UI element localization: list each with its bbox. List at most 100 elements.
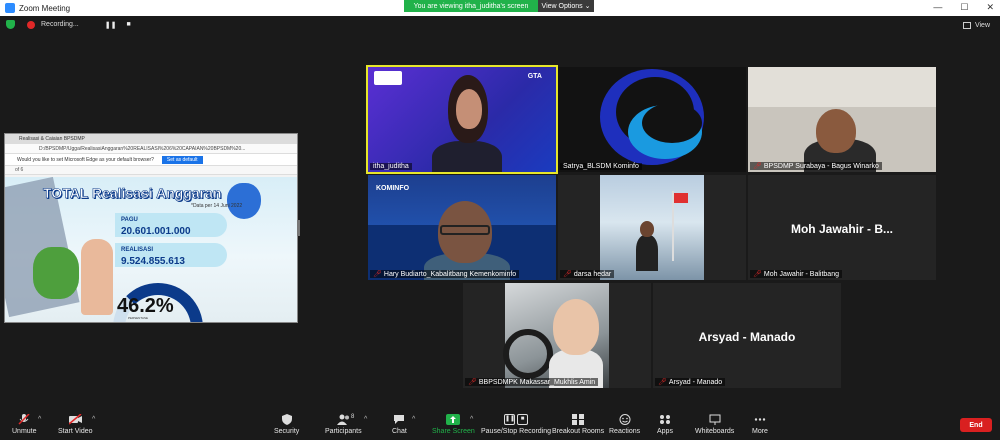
pause-stop-recording-button[interactable]: ❚❚ ■ Pause/Stop Recording [481,414,551,435]
flag-icon [674,193,688,203]
participants-count: 8 [351,414,355,420]
participants-icon [337,414,350,425]
chat-bubble-icon [393,414,405,425]
window-title: Zoom Meeting [19,3,71,13]
participant-name: itha_juditha [370,163,412,170]
more-label: More [752,428,768,435]
participants-button[interactable]: Participants [325,414,362,435]
unmute-button[interactable]: Unmute [12,413,37,435]
steering-wheel [503,329,553,379]
participant-name: 🎤︎ Hary Budiarto_Kabalitbang Kemenkominfo [370,270,520,278]
pause-stop-recording-label: Pause/Stop Recording [481,428,552,435]
person-illustration [81,239,113,315]
more-button[interactable]: More [752,414,768,435]
viewing-label: You are viewing itha_juditha's screen [404,0,538,12]
start-video-button[interactable]: Start Video [58,413,93,435]
participant-face [456,89,482,129]
gta-logo: GTA [527,73,542,80]
share-screen-label: Share Screen [432,428,475,435]
end-meeting-button[interactable]: End [960,418,992,432]
share-screen-button[interactable]: Share Screen [432,414,475,435]
participant-body [636,235,658,271]
close-icon[interactable]: ✕ [986,2,994,13]
participant-name: 🎤︎ Moh Jawahir - Balitbang [750,270,842,278]
view-label: View [974,22,990,29]
muted-microphone-icon [18,413,30,425]
money-bag-icon [227,183,261,219]
set-default-button[interactable]: Set as default [161,155,203,164]
address-text: D:/BPSDMP/Ugga/RealisasiAnggaran%20REALI… [39,145,246,152]
address-bar[interactable]: D:/BPSDMP/Ugga/RealisasiAnggaran%20REALI… [5,144,297,154]
video-tile-moh-jawahir[interactable]: Moh Jawahir - B... 🎤︎ Moh Jawahir - Balit… [748,175,936,280]
video-off-icon [68,413,83,425]
share-options-chevron-icon[interactable]: ^ [470,416,473,423]
minimize-icon[interactable]: — [933,2,942,13]
browser-tab[interactable]: Realisasi & Caiaian BPSDMP [5,134,297,144]
breakout-rooms-icon [572,414,585,425]
whiteboard-icon [709,414,721,425]
maximize-icon[interactable]: ☐ [960,2,968,13]
viewing-banner: You are viewing itha_juditha's screen Vi… [404,0,594,12]
splitter-handle[interactable] [297,220,300,236]
shared-screen: Realisasi & Caiaian BPSDMP D:/BPSDMP/Ugg… [4,133,298,323]
pause-recording-icon[interactable]: ❚❚ [105,21,117,29]
window-controls: — ☐ ✕ [933,2,994,13]
shield-icon [281,414,293,425]
participant-name: 🎤︎ darsa hedar [560,270,615,278]
muted-mic-icon: 🎤︎ [563,271,572,278]
muted-mic-icon: 🎤︎ [468,379,477,386]
slide-title: TOTAL Realisasi Anggaran [43,185,222,202]
participant-face [640,221,654,237]
pause-stop-icon: ❚❚ ■ [504,414,529,425]
participant-face [816,109,856,153]
zoom-logo-icon [5,3,15,13]
muted-mic-icon: 🎤︎ [373,271,382,278]
apps-label: Apps [657,428,673,435]
apps-button[interactable]: Apps [657,414,673,435]
unmute-label: Unmute [12,428,37,435]
chat-chevron-icon[interactable]: ^ [412,416,415,423]
video-tile-darsa-hedar[interactable]: 🎤︎ darsa hedar [558,175,746,280]
pdf-toolbar: of 6 [5,166,297,175]
kominfo-wordmark: KOMINFO [376,185,410,192]
video-options-chevron-icon[interactable]: ^ [92,416,95,423]
whiteboards-label: Whiteboards [695,428,735,435]
audio-options-chevron-icon[interactable]: ^ [38,416,41,423]
view-button[interactable]: View [962,22,990,29]
eyeglasses-icon [440,225,490,235]
video-tile-arsyad-manado[interactable]: Arsyad - Manado 🎤︎ Arsyad - Manado [653,283,841,388]
participant-display-name: Moh Jawahir - B... [790,222,893,237]
video-tile-itha-juditha[interactable]: GTA itha_juditha [366,65,558,174]
reactions-label: Reactions [609,428,641,435]
digitalent-logo-icon [374,71,402,85]
video-tile-satrya[interactable]: Satrya_BLSDM Kominfo [558,67,746,172]
recording-icon [27,20,35,29]
apps-icon [659,414,671,425]
reactions-button[interactable]: Reactions [609,414,640,435]
muted-mic-icon: 🎤︎ [753,163,762,170]
participants-chevron-icon[interactable]: ^ [364,416,367,423]
percentage-caption: PERSENTASE [128,316,148,320]
chat-button[interactable]: Chat [392,414,407,435]
participant-name: 🎤︎ Arsyad - Manado [655,378,726,386]
default-browser-prompt: Would you like to set Microsoft Edge as … [5,154,297,166]
start-video-label: Start Video [58,428,93,435]
breakout-rooms-button[interactable]: Breakout Rooms [552,414,604,435]
security-label: Security [274,428,300,435]
security-button[interactable]: Security [274,414,299,435]
realisasi-label: REALISASI [121,247,154,253]
view-options-button[interactable]: View Options ⌄ [538,0,594,12]
chat-label: Chat [392,428,407,435]
video-tile-hary-budiarto[interactable]: KOMINFO 🎤︎ Hary Budiarto_Kabalitbang Keme… [368,175,556,280]
plant-illustration [33,247,79,299]
video-tile-bbpsdmpk-makassar[interactable]: 🎤︎ BBPSDMPK Makassar_Mukhlis Amin [463,283,651,388]
participant-name: 🎤︎ BPSDMP Surabaya - Bagus Winarko [750,162,882,170]
recording-label: Recording... [41,21,79,28]
stop-recording-icon[interactable]: ■ [126,21,130,28]
breakout-rooms-label: Breakout Rooms [552,428,605,435]
muted-mic-icon: 🎤︎ [753,271,762,278]
participant-face [553,299,599,355]
video-tile-bpsdmp-surabaya[interactable]: 🎤︎ BPSDMP Surabaya - Bagus Winarko [748,67,936,172]
participant-name: 🎤︎ BBPSDMPK Makassar_Mukhlis Amin [465,378,599,386]
whiteboards-button[interactable]: Whiteboards [695,414,734,435]
